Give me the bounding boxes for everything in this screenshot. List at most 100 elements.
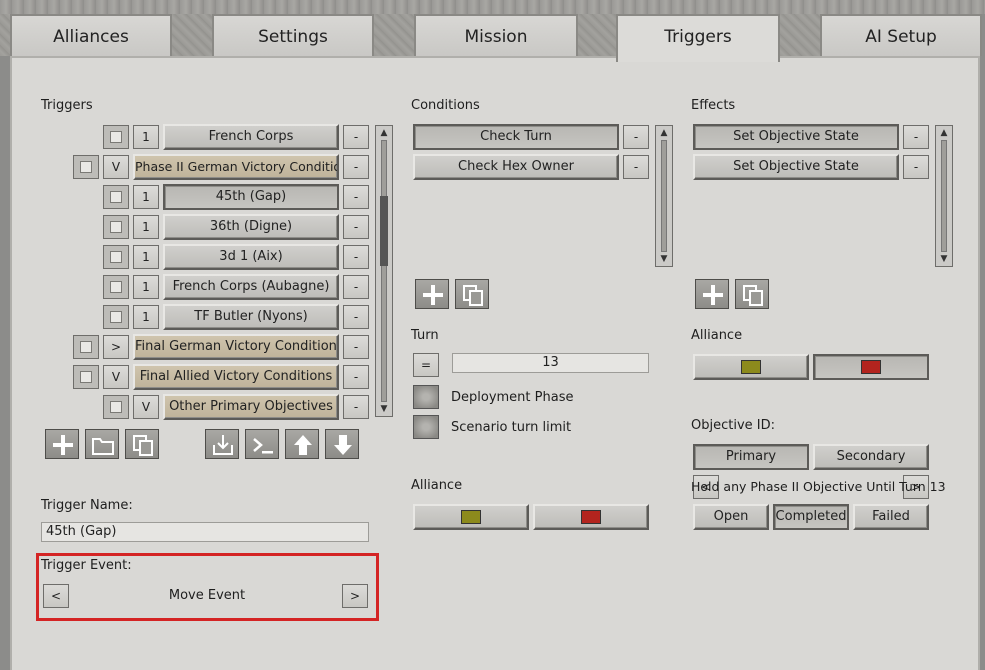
- trigger-prefix[interactable]: 1: [133, 185, 159, 209]
- trigger-checkbox[interactable]: [103, 245, 129, 269]
- trigger-prefix[interactable]: 1: [133, 245, 159, 269]
- trigger-checkbox[interactable]: [103, 215, 129, 239]
- condition-alliance-axis-button[interactable]: [533, 504, 649, 530]
- add-condition-button[interactable]: [415, 279, 449, 309]
- trigger-checkbox[interactable]: [103, 275, 129, 299]
- scroll-up-icon[interactable]: ▲: [657, 127, 671, 139]
- trigger-prefix[interactable]: >: [103, 335, 129, 359]
- trigger-remove-button[interactable]: -: [343, 335, 369, 359]
- trigger-item[interactable]: Other Primary Objectives: [163, 394, 339, 420]
- triggers-scrollbar[interactable]: ▲ ▼: [375, 125, 393, 417]
- tab-settings[interactable]: Settings: [212, 14, 374, 56]
- objective-name: Hold any Phase II Objective Until Turn 1…: [691, 479, 946, 494]
- copy-effect-button[interactable]: [735, 279, 769, 309]
- trigger-item[interactable]: French Corps (Aubagne): [163, 274, 339, 300]
- objective-state-open-button[interactable]: Open: [693, 504, 769, 530]
- trigger-checkbox[interactable]: [103, 185, 129, 209]
- scroll-up-icon[interactable]: ▲: [377, 127, 391, 139]
- scroll-down-icon[interactable]: ▼: [657, 253, 671, 265]
- trigger-prefix[interactable]: 1: [133, 215, 159, 239]
- trigger-remove-button[interactable]: -: [343, 305, 369, 329]
- copy-trigger-button[interactable]: [125, 429, 159, 459]
- trigger-checkbox[interactable]: [103, 305, 129, 329]
- trigger-prefix[interactable]: V: [133, 395, 159, 419]
- effect-remove-button[interactable]: -: [903, 155, 929, 179]
- trigger-remove-button[interactable]: -: [343, 215, 369, 239]
- objective-id-label: Objective ID:: [691, 418, 775, 433]
- tab-triggers[interactable]: Triggers: [616, 14, 780, 62]
- trigger-checkbox[interactable]: [73, 335, 99, 359]
- trigger-prefix[interactable]: 1: [133, 125, 159, 149]
- trigger-event-value: Move Event: [168, 588, 246, 603]
- trigger-item[interactable]: 3d 1 (Aix): [163, 244, 339, 270]
- trigger-remove-button[interactable]: -: [343, 275, 369, 299]
- plus-icon: [53, 435, 73, 455]
- add-effect-button[interactable]: [695, 279, 729, 309]
- axis-color-swatch: [861, 360, 881, 374]
- conditions-scrollbar[interactable]: ▲ ▼: [655, 125, 673, 267]
- trigger-name-label: Trigger Name:: [41, 498, 133, 513]
- deployment-phase-checkbox[interactable]: [413, 385, 439, 409]
- trigger-prefix[interactable]: 1: [133, 305, 159, 329]
- import-trigger-button[interactable]: [205, 429, 239, 459]
- tab-mission[interactable]: Mission: [414, 14, 578, 56]
- condition-remove-button[interactable]: -: [623, 155, 649, 179]
- trigger-event-next-button[interactable]: >: [342, 584, 368, 608]
- trigger-item[interactable]: Final German Victory Conditions: [133, 334, 339, 360]
- turn-operator-button[interactable]: =: [413, 353, 439, 377]
- condition-remove-button[interactable]: -: [623, 125, 649, 149]
- trigger-checkbox[interactable]: [73, 365, 99, 389]
- move-up-button[interactable]: [285, 429, 319, 459]
- folder-trigger-button[interactable]: [85, 429, 119, 459]
- condition-item[interactable]: Check Hex Owner: [413, 154, 619, 180]
- script-trigger-button[interactable]: [245, 429, 279, 459]
- trigger-item[interactable]: French Corps: [163, 124, 339, 150]
- turn-value-input[interactable]: 13: [452, 353, 649, 373]
- conditions-heading: Conditions: [411, 98, 480, 113]
- secondary-objective-button[interactable]: Secondary: [813, 444, 929, 470]
- trigger-item[interactable]: 36th (Digne): [163, 214, 339, 240]
- trigger-checkbox[interactable]: [103, 125, 129, 149]
- scroll-down-icon[interactable]: ▼: [937, 253, 951, 265]
- add-trigger-button[interactable]: [45, 429, 79, 459]
- copy-condition-button[interactable]: [455, 279, 489, 309]
- trigger-remove-button[interactable]: -: [343, 245, 369, 269]
- scroll-down-icon[interactable]: ▼: [377, 403, 391, 415]
- primary-objective-button[interactable]: Primary: [693, 444, 809, 470]
- trigger-remove-button[interactable]: -: [343, 155, 369, 179]
- condition-item-selected[interactable]: Check Turn: [413, 124, 619, 150]
- trigger-checkbox[interactable]: [103, 395, 129, 419]
- trigger-remove-button[interactable]: -: [343, 365, 369, 389]
- scenario-turn-limit-checkbox[interactable]: [413, 415, 439, 439]
- effect-item-selected[interactable]: Set Objective State: [693, 124, 899, 150]
- effect-item[interactable]: Set Objective State: [693, 154, 899, 180]
- condition-alliance-allied-button[interactable]: [413, 504, 529, 530]
- trigger-prefix[interactable]: 1: [133, 275, 159, 299]
- trigger-item[interactable]: Phase II German Victory Conditions: [133, 154, 339, 180]
- trigger-item[interactable]: Final Allied Victory Conditions: [133, 364, 339, 390]
- trigger-remove-button[interactable]: -: [343, 395, 369, 419]
- deployment-phase-label: Deployment Phase: [451, 390, 574, 405]
- effect-alliance-axis-button[interactable]: [813, 354, 929, 380]
- trigger-name-input[interactable]: 45th (Gap): [41, 522, 369, 542]
- scroll-up-icon[interactable]: ▲: [937, 127, 951, 139]
- trigger-prefix[interactable]: V: [103, 155, 129, 179]
- trigger-event-prev-button[interactable]: <: [43, 584, 69, 608]
- tab-ai-setup[interactable]: AI Setup: [820, 14, 982, 56]
- scroll-track: [941, 140, 947, 252]
- trigger-remove-button[interactable]: -: [343, 185, 369, 209]
- effect-remove-button[interactable]: -: [903, 125, 929, 149]
- scroll-thumb[interactable]: [380, 196, 388, 266]
- objective-state-failed-button[interactable]: Failed: [853, 504, 929, 530]
- trigger-checkbox[interactable]: [73, 155, 99, 179]
- objective-state-completed-button[interactable]: Completed: [773, 504, 849, 530]
- trigger-remove-button[interactable]: -: [343, 125, 369, 149]
- move-down-button[interactable]: [325, 429, 359, 459]
- trigger-prefix[interactable]: V: [103, 365, 129, 389]
- effect-alliance-allied-button[interactable]: [693, 354, 809, 380]
- trigger-item-selected[interactable]: 45th (Gap): [163, 184, 339, 210]
- triggers-heading: Triggers: [41, 98, 93, 113]
- tab-alliances[interactable]: Alliances: [10, 14, 172, 56]
- trigger-item[interactable]: TF Butler (Nyons): [163, 304, 339, 330]
- effects-scrollbar[interactable]: ▲ ▼: [935, 125, 953, 267]
